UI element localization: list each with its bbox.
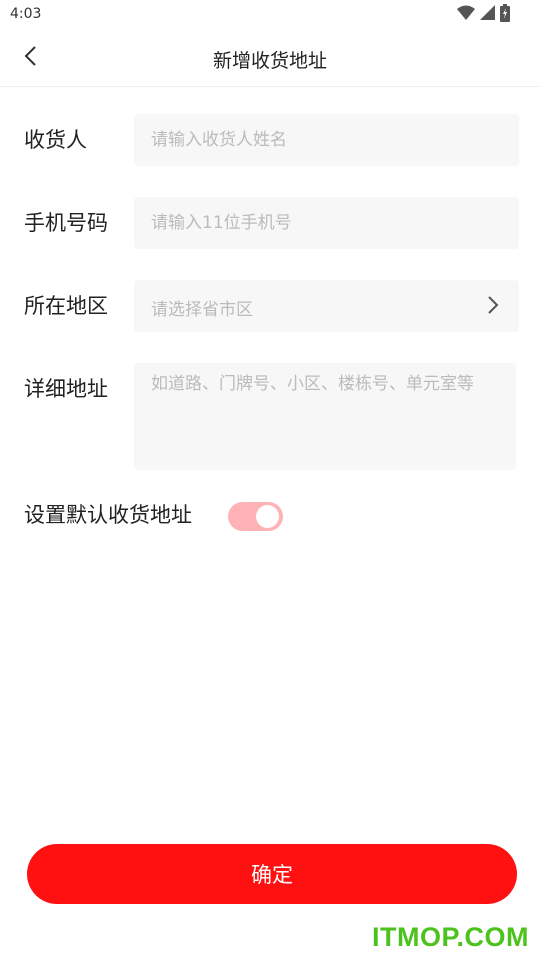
status-time: 4:03 — [10, 6, 42, 22]
region-placeholder: 请选择省市区 — [151, 300, 253, 320]
phone-input[interactable] — [151, 211, 501, 235]
chevron-right-icon — [485, 294, 501, 316]
region-label: 所在地区 — [24, 294, 108, 318]
address-textarea[interactable] — [151, 374, 501, 458]
default-address-label: 设置默认收货地址 — [24, 503, 192, 527]
address-label: 详细地址 — [24, 377, 108, 401]
recipient-label: 收货人 — [24, 128, 87, 152]
wifi-icon — [457, 5, 475, 25]
phone-field-box — [134, 197, 519, 249]
battery-icon — [500, 4, 510, 26]
confirm-button[interactable]: 确定 — [27, 844, 517, 904]
recipient-field-box — [134, 114, 519, 166]
watermark-logo: ITMOP.COM — [371, 922, 529, 952]
page-title: 新增收货地址 — [212, 50, 327, 72]
toggle-knob — [256, 505, 279, 528]
default-address-toggle[interactable] — [228, 502, 283, 531]
recipient-input[interactable] — [151, 128, 501, 152]
status-icons — [457, 4, 510, 26]
phone-label: 手机号码 — [24, 211, 108, 235]
address-field-box — [134, 363, 516, 470]
region-selector[interactable]: 请选择省市区 — [134, 280, 519, 332]
status-bar: 4:03 — [0, 0, 540, 30]
signal-icon — [480, 5, 495, 25]
nav-bar: 新增收货地址 — [0, 30, 540, 87]
